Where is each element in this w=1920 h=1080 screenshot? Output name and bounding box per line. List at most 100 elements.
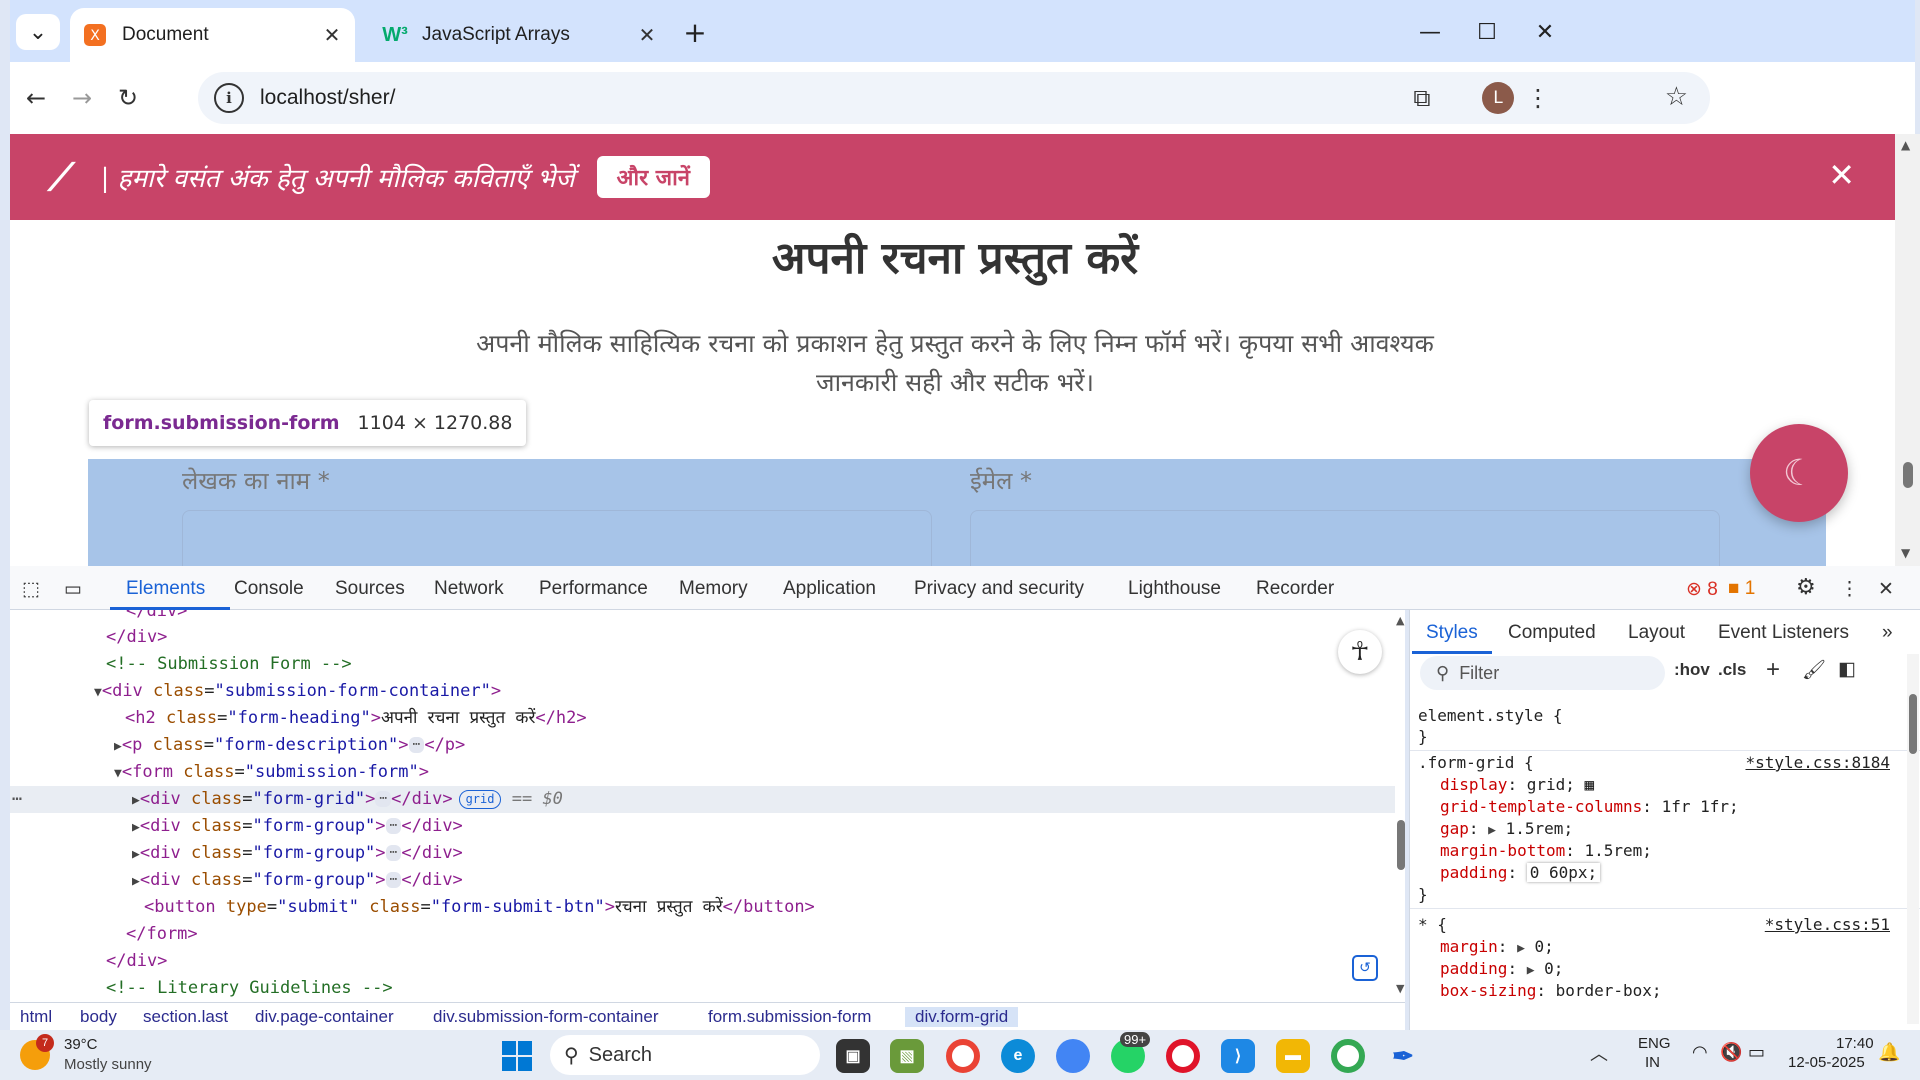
dom-line[interactable]: <button type="submit" class="form-submit… (10, 894, 1395, 921)
warning-count[interactable]: ■ 1 (1728, 578, 1755, 600)
scrollbar-thumb[interactable] (1397, 820, 1405, 870)
error-count[interactable]: ⊗ 8 (1686, 578, 1718, 601)
toggle-sidebar-icon[interactable]: ◧ (1838, 658, 1856, 681)
dom-line[interactable]: <!-- Literary Guidelines --> (10, 975, 1395, 1002)
taskbar-search[interactable]: ⚲ Search (550, 1035, 820, 1075)
tab-memory[interactable]: Memory (679, 578, 748, 600)
scroll-down-icon[interactable]: ▼ (1396, 982, 1404, 995)
css-declaration[interactable]: gap: ▶ 1.5rem; (1418, 818, 1908, 840)
wifi-icon[interactable]: ◠ (1692, 1042, 1708, 1063)
close-window-icon[interactable]: ✕ (1525, 14, 1565, 50)
dark-mode-toggle[interactable]: ☾ (1750, 424, 1848, 522)
bookmark-star-icon[interactable]: ☆ (1665, 82, 1688, 112)
dom-line[interactable]: ▶<div class="form-group"> ⋯ </div> (10, 840, 1395, 867)
css-declaration[interactable]: margin: ▶ 0; (1418, 936, 1908, 958)
add-rule-icon[interactable]: + (1766, 656, 1780, 684)
menu-kebab-icon[interactable]: ⋮ (1518, 80, 1558, 116)
scroll-up-icon[interactable]: ▲ (1901, 138, 1910, 152)
ai-assist-icon[interactable]: ↺ (1352, 955, 1378, 981)
grid-badge[interactable]: grid (458, 789, 502, 809)
tab-lighthouse[interactable]: Lighthouse (1128, 578, 1221, 600)
dom-line[interactable]: <!-- Submission Form --> (10, 651, 1395, 678)
paint-brush-icon[interactable]: 🖌 (1802, 658, 1826, 682)
tab-sources[interactable]: Sources (335, 578, 405, 600)
breadcrumb-item[interactable]: div.submission-form-container (433, 1007, 658, 1027)
chrome-active-icon[interactable] (1331, 1039, 1365, 1073)
tab-styles[interactable]: Styles (1426, 622, 1478, 644)
css-value-editing[interactable]: 0 60px; (1527, 863, 1600, 882)
windows-start-icon[interactable] (502, 1041, 532, 1071)
temperature[interactable]: 39°C (64, 1036, 98, 1053)
weather-condition[interactable]: Mostly sunny (64, 1056, 152, 1073)
notification-bell-icon[interactable]: 🔔 (1878, 1042, 1900, 1063)
close-tab-icon[interactable]: ✕ (632, 23, 662, 48)
learn-more-button[interactable]: और जानें (596, 156, 710, 198)
quill-app-icon[interactable]: ✒ (1386, 1039, 1420, 1073)
tab-console[interactable]: Console (234, 578, 304, 600)
hov-toggle[interactable]: :hov (1674, 660, 1710, 680)
reload-icon[interactable]: ↻ (108, 80, 148, 116)
ellipsis-button[interactable]: ⋯ (375, 791, 392, 807)
tab-elements[interactable]: Elements (126, 578, 205, 600)
tab-event-listeners[interactable]: Event Listeners (1718, 622, 1849, 644)
dom-line[interactable]: </div> (10, 624, 1395, 651)
more-actions-icon[interactable]: ⋯ (12, 786, 22, 813)
tab-performance[interactable]: Performance (539, 578, 648, 600)
close-banner-icon[interactable]: ✕ (1828, 156, 1855, 194)
tab-computed[interactable]: Computed (1508, 622, 1596, 644)
scrollbar-thumb[interactable] (1909, 694, 1917, 754)
ellipsis-button[interactable]: ⋯ (385, 845, 402, 861)
rule-source-link[interactable]: *style.css:51 (1765, 914, 1890, 936)
dom-line[interactable]: ▶<p class="form-description"> ⋯ </p> (10, 732, 1395, 759)
css-declaration[interactable]: padding: 0 60px; (1418, 862, 1908, 884)
edge-icon[interactable]: e (1001, 1039, 1035, 1073)
url-text[interactable]: localhost/sher/ (260, 86, 395, 110)
opera-icon[interactable] (1166, 1039, 1200, 1073)
battery-icon[interactable]: ▭ (1748, 1042, 1765, 1063)
email-input[interactable] (970, 510, 1720, 566)
css-declaration[interactable]: grid-template-columns: 1fr 1fr; (1418, 796, 1908, 818)
extensions-icon[interactable]: ⧉ (1402, 80, 1442, 116)
grid-editor-icon[interactable]: ▦ (1585, 775, 1595, 794)
clock-time[interactable]: 17:40 (1836, 1035, 1874, 1052)
dom-line-selected[interactable]: ⋯ ▶<div class="form-grid"> ⋯ </div> grid == … (10, 786, 1395, 813)
devtools-menu-icon[interactable]: ⋮ (1840, 578, 1859, 601)
file-explorer-icon[interactable]: ▬ (1276, 1039, 1310, 1073)
page-scrollbar[interactable]: ▲ ▼ (1895, 134, 1920, 566)
css-declaration[interactable]: padding: ▶ 0; (1418, 958, 1908, 980)
language-region[interactable]: IN (1645, 1054, 1660, 1071)
forward-icon[interactable]: → (62, 80, 102, 116)
dom-line[interactable]: ▼<form class="submission-form"> (10, 759, 1395, 786)
chrome-icon[interactable] (946, 1039, 980, 1073)
dom-line[interactable]: ▼<div class="submission-form-container"> (10, 678, 1395, 705)
maximize-icon[interactable]: ☐ (1467, 14, 1507, 50)
vscode-icon[interactable]: ⟩ (1221, 1039, 1255, 1073)
task-view-icon[interactable]: ▣ (836, 1039, 870, 1073)
new-tab-button[interactable]: + (675, 14, 715, 50)
chrome-dev-icon[interactable] (1056, 1039, 1090, 1073)
breadcrumb-item[interactable]: div.page-container (255, 1007, 394, 1027)
rule-selector[interactable]: .form-grid {*style.css:8184 (1418, 752, 1908, 774)
rule-selector[interactable]: * {*style.css:51 (1418, 914, 1908, 936)
close-devtools-icon[interactable]: ✕ (1878, 578, 1894, 601)
breadcrumb-item[interactable]: form.submission-form (708, 1007, 871, 1027)
close-tab-icon[interactable]: ✕ (317, 23, 347, 48)
dom-line[interactable]: <h2 class="form-heading">अपनी रचना प्रस्… (10, 705, 1395, 732)
css-declaration[interactable]: display: grid; ▦ (1418, 774, 1908, 796)
breadcrumb-item[interactable]: html (20, 1007, 52, 1027)
dom-line[interactable]: </form> (10, 921, 1395, 948)
tab-privacy-security[interactable]: Privacy and security (914, 578, 1084, 600)
breadcrumb-item-active[interactable]: div.form-grid (905, 1007, 1019, 1027)
styles-filter-input[interactable]: ⚲ Filter (1420, 656, 1665, 690)
css-declaration[interactable]: box-sizing: border-box; (1418, 980, 1908, 1002)
dom-line[interactable]: ▶<div class="form-group"> ⋯ </div> (10, 867, 1395, 894)
tab-search-button[interactable]: ⌄ (16, 14, 60, 50)
accessibility-tree-toggle[interactable]: ☥ (1338, 630, 1382, 674)
dom-line[interactable]: ▶<div class="form-group"> ⋯ </div> (10, 813, 1395, 840)
minimize-icon[interactable]: — (1410, 14, 1450, 50)
clock-date[interactable]: 12-05-2025 (1788, 1054, 1865, 1071)
tab-network[interactable]: Network (434, 578, 504, 600)
css-declaration[interactable]: margin-bottom: 1.5rem; (1418, 840, 1908, 862)
tab-javascript-arrays[interactable]: W³ JavaScript Arrays ✕ (370, 8, 670, 62)
settings-gear-icon[interactable]: ⚙ (1796, 574, 1816, 600)
